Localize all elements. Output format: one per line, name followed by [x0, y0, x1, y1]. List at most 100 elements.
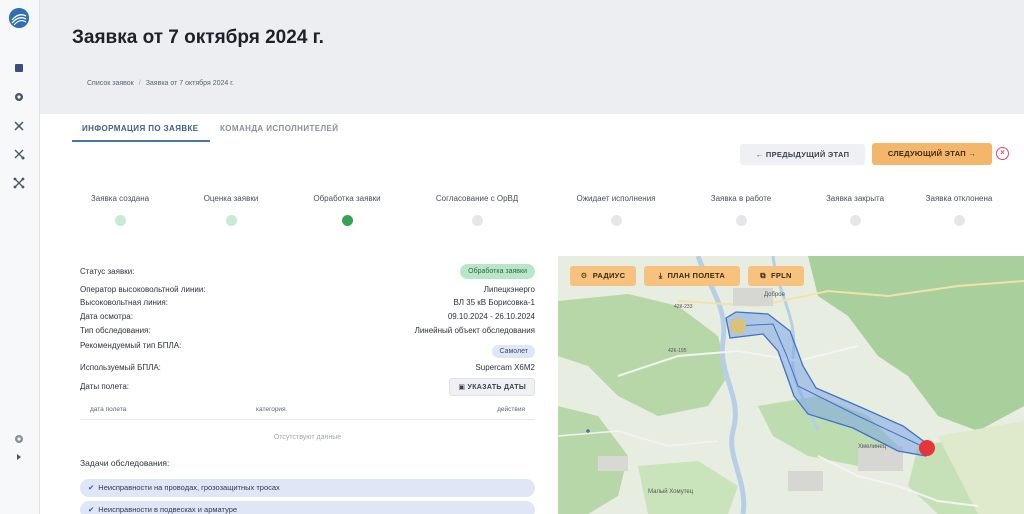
detail-value: Линейный объект обследования — [414, 326, 535, 335]
map-label: Малый Хомутец — [648, 489, 694, 495]
detail-value: ВЛ 35 кВ Борисовка-1 — [453, 298, 535, 307]
tasks-title: Задачи обследования: — [80, 458, 170, 468]
next-stage-button[interactable]: СЛЕДУЮЩИЙ ЭТАП → — [872, 143, 992, 165]
flights-table-header: дата полета категория действия — [80, 406, 535, 420]
expand-icon[interactable] — [12, 450, 26, 464]
step-label: Заявка создана — [90, 194, 150, 203]
task-item[interactable]: ✔ Неисправности в подвесках и арматуре — [80, 501, 535, 514]
map-label: Хмелинец — [858, 444, 887, 450]
map-canvas — [558, 256, 1024, 514]
step-dot-pending — [610, 215, 622, 226]
detail-operator: Оператор высоковольтной линии: Липецкэне… — [80, 285, 535, 297]
step-label: Заявка отклонена — [925, 194, 993, 203]
breadcrumb-separator: / — [138, 80, 141, 87]
breadcrumb-item-list[interactable]: Список заявок — [87, 80, 134, 87]
route-icon[interactable] — [12, 147, 26, 161]
table-header-actions: действия — [497, 406, 525, 413]
flight-plan-button[interactable]: ⤓ ПЛАН ПОЛЕТА — [644, 266, 740, 286]
detail-value: 09.10.2024 - 26.10.2024 — [447, 312, 535, 321]
detail-label: Оператор высоковольтной линии: — [80, 285, 206, 294]
step-label: Заявка в работе — [710, 194, 772, 203]
detail-line: Высоковольтная линия: ВЛ 35 кВ Борисовка… — [80, 298, 535, 310]
detail-flight-dates: Даты полета: ▣ УКАЗАТЬ ДАТЫ — [80, 378, 535, 396]
detail-label: Даты полета: — [80, 382, 130, 391]
step-awaiting: Ожидает исполнения — [556, 194, 676, 226]
flight-plan-button-label: ПЛАН ПОЛЕТА — [667, 271, 726, 280]
detail-value: Supercam X6M2 — [475, 363, 535, 372]
table-header-date: дата полета — [90, 406, 127, 413]
tab-team[interactable]: КОМАНДА ИСПОЛНИТЕЛЕЙ — [220, 124, 338, 133]
network-icon[interactable] — [12, 176, 26, 190]
table-header-category: категория — [256, 406, 286, 413]
radius-button-label: РАДИУС — [592, 271, 626, 280]
detail-uav-type: Рекомендуемый тип БПЛА: Самолет — [80, 341, 535, 358]
status-badge: Обработка заявки — [460, 264, 535, 279]
fpln-button[interactable]: ⧉ FPLN — [748, 266, 804, 286]
detail-label: Тип обследования: — [80, 326, 151, 335]
detail-label: Используемый БПЛА: — [80, 363, 161, 372]
check-icon: ✔ — [88, 505, 95, 514]
breadcrumb-item-current: Заявка от 7 октября 2024 г. — [145, 80, 234, 87]
map-label: 42К-233 — [674, 304, 693, 310]
sidebar — [0, 0, 40, 514]
step-closed: Заявка закрыта — [795, 194, 915, 226]
radius-button[interactable]: ⚙ РАДИУС — [570, 266, 636, 286]
logo-icon[interactable] — [9, 8, 29, 28]
calendar-icon: ▣ — [458, 384, 468, 391]
map-label: 42К-195 — [668, 348, 687, 354]
settings-icon[interactable] — [12, 90, 26, 104]
task-label: Неисправности на проводах, грозозащитных… — [98, 483, 280, 492]
fpln-button-label: FPLN — [770, 271, 792, 280]
step-created: Заявка создана — [60, 194, 180, 226]
detail-used-uav: Используемый БПЛА: Supercam X6M2 — [80, 363, 535, 375]
step-dot-pending — [849, 215, 861, 226]
active-tab-indicator — [72, 140, 210, 142]
set-dates-button[interactable]: ▣ УКАЗАТЬ ДАТЫ — [449, 378, 535, 396]
step-label: Заявка закрыта — [825, 194, 885, 203]
map-view[interactable]: Доброе 42К-233 42К-195 Малый Хомутец Хме… — [558, 256, 1024, 514]
task-item[interactable]: ✔ Неисправности на проводах, грозозащитны… — [80, 479, 535, 497]
detail-date: Дата осмотра: 09.10.2024 - 26.10.2024 — [80, 312, 535, 324]
detail-value: Липецкэнерго — [483, 285, 535, 294]
step-approval: Согласование с ОрВД — [417, 194, 537, 226]
uav-type-badge: Самолет — [492, 345, 535, 358]
step-evaluation: Оценка заявки — [171, 194, 291, 226]
step-dot-pending — [735, 215, 747, 226]
map-label: Доброе — [764, 292, 785, 298]
step-dot-pending — [471, 215, 483, 226]
step-label: Обработка заявки — [313, 194, 381, 203]
page-title: Заявка от 7 октября 2024 г. — [72, 27, 324, 48]
set-dates-label: УКАЗАТЬ ДАТЫ — [467, 384, 526, 391]
step-rejected: Заявка отклонена — [904, 194, 1014, 226]
grid-icon[interactable] — [12, 61, 26, 75]
detail-label: Дата осмотра: — [80, 312, 133, 321]
settings-icon[interactable] — [12, 432, 26, 446]
download-icon: ⤓ — [658, 271, 663, 280]
step-label: Согласование с ОрВД — [435, 194, 519, 203]
detail-survey-type: Тип обследования: Линейный объект обслед… — [80, 326, 535, 338]
step-dot-done — [114, 215, 126, 226]
step-label: Ожидает исполнения — [576, 194, 656, 203]
detail-status: Статус заявки: Обработка заявки — [80, 264, 535, 279]
page-header: Заявка от 7 октября 2024 г. Список заяво… — [40, 0, 1024, 114]
external-link-icon: ⧉ — [760, 271, 766, 280]
detail-label: Высоковольтная линия: — [80, 298, 168, 307]
step-dot-current — [341, 215, 353, 226]
step-dot-pending — [953, 215, 965, 226]
step-dot-done — [225, 215, 237, 226]
step-in-progress: Заявка в работе — [681, 194, 801, 226]
drone-icon[interactable] — [12, 119, 26, 133]
table-empty-message: Отсутствуют данные — [273, 434, 342, 441]
cancel-icon[interactable]: × — [996, 147, 1009, 160]
check-icon: ✔ — [88, 483, 95, 492]
detail-label: Статус заявки: — [80, 267, 135, 276]
breadcrumb: Список заявок / Заявка от 7 октября 2024 г… — [87, 80, 234, 87]
step-processing: Обработка заявки — [287, 194, 407, 226]
tab-info[interactable]: ИНФОРМАЦИЯ ПО ЗАЯВКЕ — [82, 124, 199, 133]
detail-label: Рекомендуемый тип БПЛА: — [80, 341, 182, 350]
main-content: ИНФОРМАЦИЯ ПО ЗАЯВКЕ КОМАНДА ИСПОЛНИТЕЛЕ… — [40, 114, 1024, 514]
step-label: Оценка заявки — [203, 194, 259, 203]
task-label: Неисправности в подвесках и арматуре — [98, 505, 238, 514]
gear-icon: ⚙ — [580, 271, 588, 280]
previous-stage-button[interactable]: ← ПРЕДЫДУЩИЙ ЭТАП — [740, 144, 865, 165]
